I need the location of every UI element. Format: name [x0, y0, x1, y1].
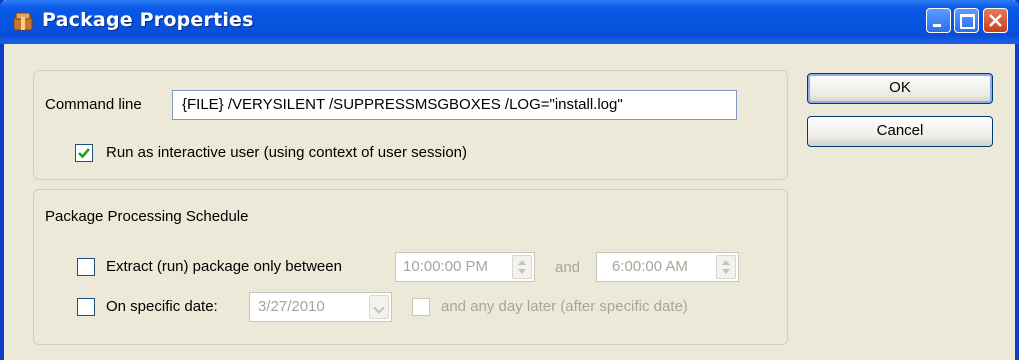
start-time-value: 10:00:00 PM: [403, 258, 489, 275]
window-title: Package Properties: [42, 9, 254, 31]
cancel-button[interactable]: Cancel: [807, 116, 993, 147]
end-time-spinner[interactable]: 6:00:00 AM: [596, 252, 739, 282]
extract-between-checkbox[interactable]: [77, 258, 95, 276]
specific-date-picker[interactable]: 3/27/2010: [249, 292, 392, 322]
any-day-later-label: and any day later (after specific date): [441, 298, 688, 315]
and-label: and: [555, 259, 581, 276]
spin-arrows-icon[interactable]: [716, 255, 736, 279]
close-button[interactable]: [983, 8, 1008, 33]
end-time-value: 6:00:00 AM: [612, 258, 688, 275]
title-bar[interactable]: Package Properties: [0, 0, 1019, 44]
any-day-later-checkbox[interactable]: [412, 298, 430, 316]
command-group: [33, 70, 788, 180]
interactive-user-checkbox[interactable]: [75, 144, 93, 162]
package-properties-dialog: Package Properties Command line {FILE} /…: [0, 0, 1019, 360]
command-line-input[interactable]: {FILE} /VERYSILENT /SUPPRESSMSGBOXES /LO…: [172, 90, 737, 120]
maximize-button[interactable]: [954, 8, 979, 33]
start-time-spinner[interactable]: 10:00:00 PM: [395, 252, 535, 282]
close-icon: [989, 14, 1002, 27]
spin-arrows-icon[interactable]: [512, 255, 532, 279]
minimize-button[interactable]: [926, 8, 951, 33]
chevron-down-icon[interactable]: [369, 295, 389, 319]
extract-between-label[interactable]: Extract (run) package only between: [106, 258, 342, 275]
specific-date-label[interactable]: On specific date:: [106, 298, 218, 315]
checkmark-icon: [78, 148, 90, 159]
interactive-user-label[interactable]: Run as interactive user (using context o…: [106, 144, 467, 161]
ok-button[interactable]: OK: [807, 73, 993, 104]
schedule-heading: Package Processing Schedule: [45, 208, 249, 225]
specific-date-checkbox[interactable]: [77, 298, 95, 316]
package-icon: [13, 12, 33, 31]
command-line-label: Command line: [45, 96, 142, 113]
date-value: 3/27/2010: [258, 298, 325, 315]
